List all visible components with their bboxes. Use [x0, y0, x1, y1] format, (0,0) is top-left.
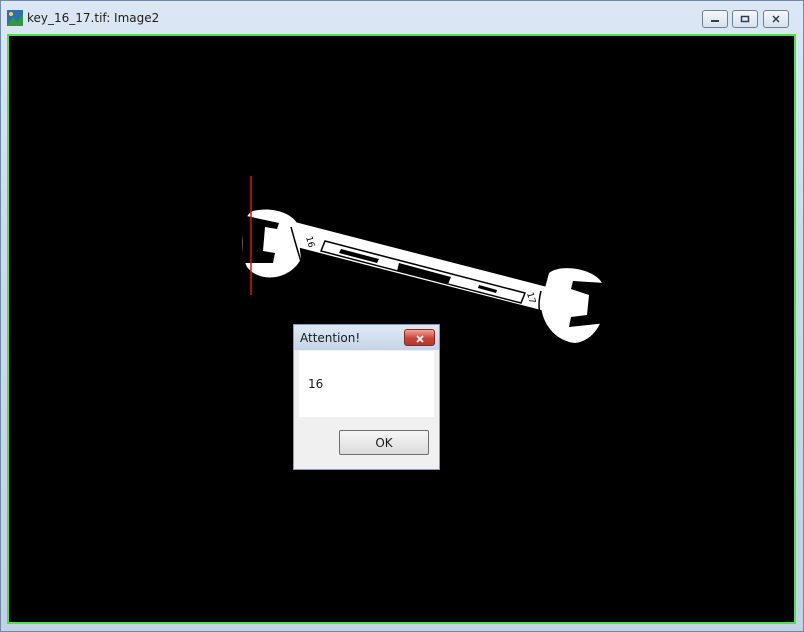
close-button[interactable] — [763, 10, 789, 28]
maximize-button[interactable] — [732, 10, 758, 28]
minimize-button[interactable] — [702, 10, 728, 28]
wrench — [242, 209, 607, 343]
ok-button[interactable]: OK — [339, 430, 429, 455]
image-window: key_16_17.tif: Image2 16 17 Attention! 1… — [0, 0, 804, 632]
dialog-message: 16 — [308, 377, 324, 391]
dialog-close-button[interactable] — [404, 329, 435, 346]
title-bar[interactable]: key_16_17.tif: Image2 — [1, 1, 803, 34]
close-icon — [415, 328, 425, 347]
dialog-body: 16 — [299, 351, 434, 417]
dialog-title: Attention! — [300, 331, 361, 345]
app-icon — [7, 10, 23, 26]
dialog-title-bar[interactable]: Attention! — [294, 325, 439, 350]
minimize-icon — [710, 15, 720, 23]
close-icon — [771, 15, 781, 23]
attention-dialog: Attention! 16 OK — [293, 324, 440, 470]
window-title: key_16_17.tif: Image2 — [27, 11, 160, 25]
maximize-icon — [740, 15, 750, 23]
